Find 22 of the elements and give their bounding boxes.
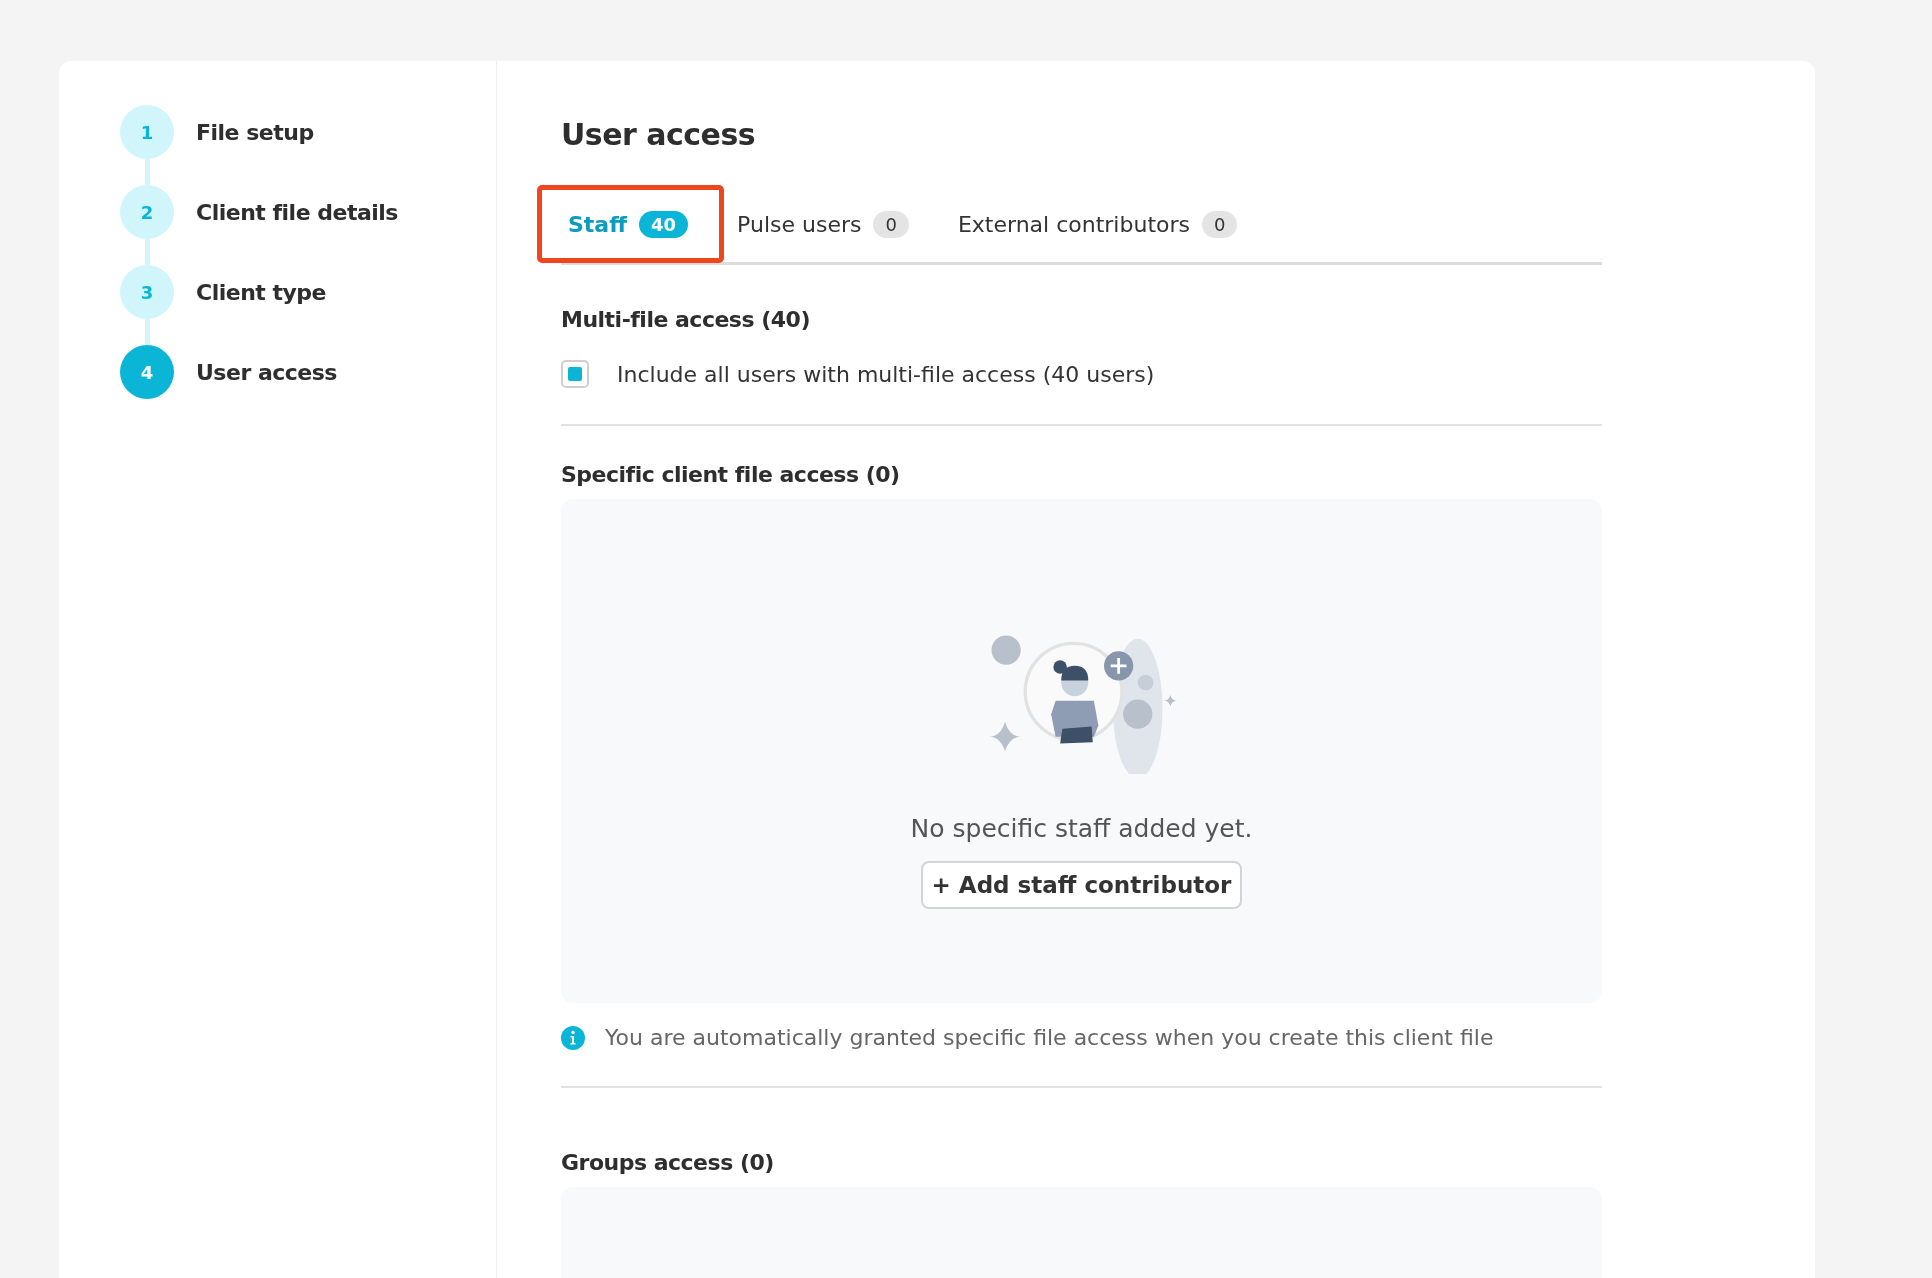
add-staff-button[interactable]: + Add staff contributor xyxy=(920,861,1243,909)
checkbox[interactable] xyxy=(561,360,589,388)
step-connector xyxy=(145,159,150,185)
step-label[interactable]: Client type xyxy=(196,279,326,305)
step-connector xyxy=(145,239,150,265)
section-heading: Groups access (0) xyxy=(561,1150,775,1175)
empty-state-text: No specific staff added yet. xyxy=(910,814,1253,843)
info-icon xyxy=(561,1025,585,1050)
info-text: You are automatically granted specific file access when you create this client file xyxy=(605,1025,1494,1050)
step-label[interactable]: User access xyxy=(196,359,337,385)
step-label[interactable]: Client file details xyxy=(196,199,398,225)
page-title: User access xyxy=(561,117,757,152)
tab[interactable]: External contributors 0 xyxy=(950,192,1260,256)
count-badge: 0 xyxy=(873,210,909,238)
step-label[interactable]: File setup xyxy=(196,119,314,145)
section-heading: Multi-file access (40) xyxy=(561,307,811,332)
tab[interactable]: Pulse users 0 xyxy=(730,192,931,256)
count-badge: 0 xyxy=(1202,210,1238,238)
step-connector xyxy=(145,319,150,345)
count-badge: 40 xyxy=(639,210,689,238)
checkbox-label: Include all users with multi-file access (40 users) xyxy=(617,361,1155,387)
section-heading: Specific client file access (0) xyxy=(561,462,901,487)
